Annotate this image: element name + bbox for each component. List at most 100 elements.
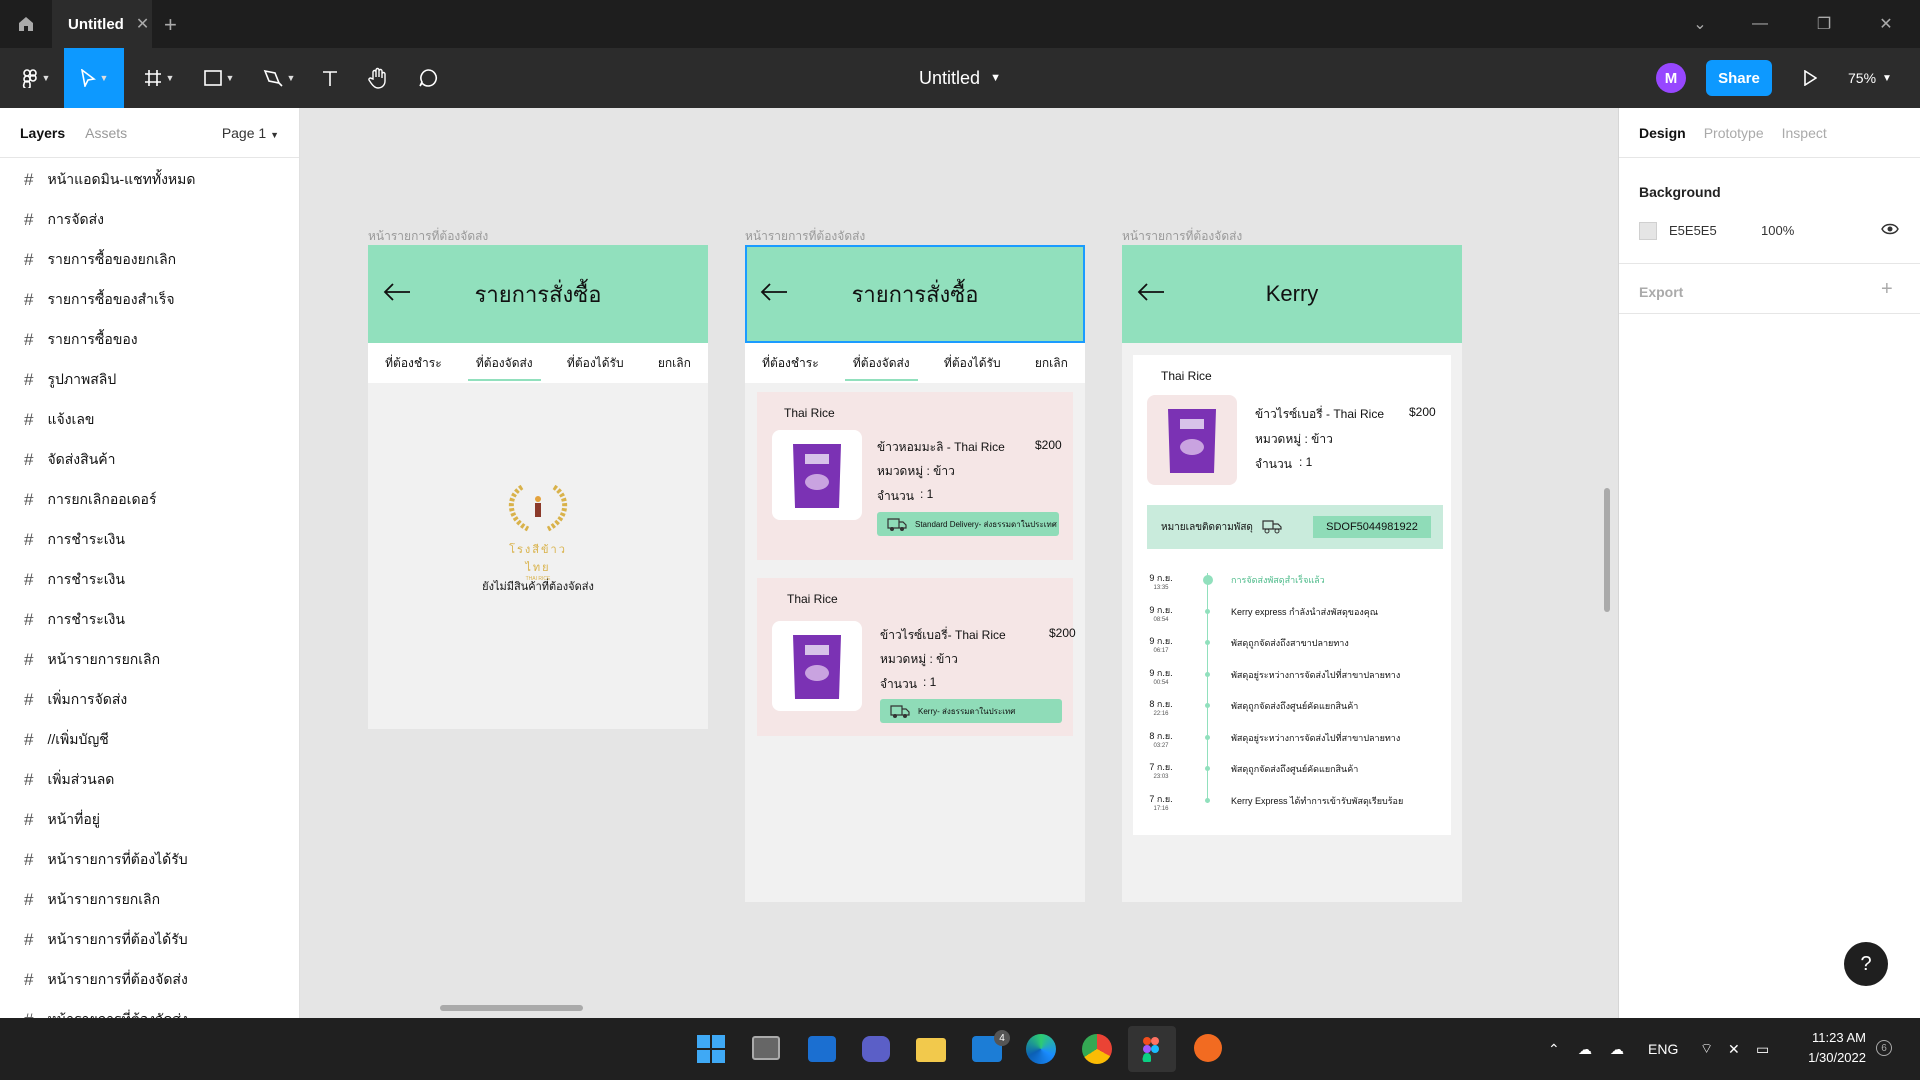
- onedrive-icon[interactable]: ☁: [1578, 1018, 1592, 1080]
- tab-to-pay[interactable]: ที่ต้องชำระ: [377, 343, 450, 383]
- layer-item[interactable]: # เพิ่มส่วนลด: [0, 760, 299, 800]
- tracking-number[interactable]: SDOF5044981922: [1313, 516, 1431, 538]
- document-title[interactable]: Untitled ▼: [0, 48, 1920, 108]
- new-tab-icon[interactable]: +: [164, 12, 177, 38]
- add-export-icon[interactable]: +: [1881, 278, 1893, 301]
- back-arrow-icon[interactable]: [1136, 282, 1166, 302]
- tab-inspect[interactable]: Inspect: [1782, 125, 1827, 141]
- windows-start-icon[interactable]: [696, 1034, 726, 1069]
- tab-cancelled[interactable]: ยกเลิก: [650, 343, 699, 383]
- back-arrow-icon[interactable]: [382, 282, 412, 302]
- layer-item[interactable]: # การชำระเงิน: [0, 560, 299, 600]
- layer-label: การชำระเงิน: [47, 611, 125, 627]
- tab-design[interactable]: Design: [1639, 125, 1686, 141]
- chrome-icon[interactable]: [1082, 1034, 1112, 1064]
- frame-label[interactable]: หน้ารายการที่ต้องจัดส่ง: [368, 227, 488, 246]
- widgets-icon[interactable]: [808, 1036, 836, 1062]
- layer-label: รายการซื้อของ: [47, 331, 138, 347]
- page-selector[interactable]: Page 1 ▼: [222, 125, 279, 141]
- order-card[interactable]: Thai Rice ข้าวไรซ์เบอรี่- Thai Rice $200…: [757, 578, 1076, 736]
- timeline-row: 8 ก.ย. 22:16 พัสดุถูกจัดส่งถึงศูนย์คัดแยกส…: [1133, 699, 1413, 729]
- layer-item[interactable]: # หน้ารายการที่ต้องได้รับ: [0, 920, 299, 960]
- layer-item[interactable]: # เพิ่มการจัดส่ง: [0, 680, 299, 720]
- chevron-up-icon[interactable]: ⌃: [1548, 1018, 1560, 1080]
- volume-muted-icon[interactable]: ✕: [1728, 1018, 1740, 1080]
- frame-empty-to-ship[interactable]: รายการสั่งซื้อ ที่ต้องชำระ ที่ต้องจัดส่ง…: [368, 245, 708, 729]
- rice-bag-icon: [1168, 409, 1216, 473]
- help-button[interactable]: ?: [1844, 942, 1888, 986]
- frame-icon: #: [24, 930, 34, 949]
- notification-count[interactable]: 6: [1876, 1040, 1892, 1056]
- clock-date[interactable]: 1/30/2022: [1790, 1050, 1866, 1065]
- figma-logo-icon: [1142, 1037, 1159, 1064]
- layer-item[interactable]: # หน้าแอดมิน-แชททั้งหมด: [0, 160, 299, 200]
- cloud-sync-icon[interactable]: ☁: [1610, 1018, 1624, 1080]
- tab-to-ship[interactable]: ที่ต้องจัดส่ง: [844, 343, 918, 383]
- order-card[interactable]: Thai Rice ข้าวหอมมะลิ - Thai Rice $200 ห…: [757, 392, 1073, 560]
- minimize-icon[interactable]: —: [1730, 0, 1790, 48]
- layer-label: แจ้งเลข: [47, 411, 95, 427]
- layer-item[interactable]: # หน้ารายการที่ต้องจัดส่ง: [0, 960, 299, 1000]
- layer-item[interactable]: # การชำระเงิน: [0, 600, 299, 640]
- layer-item[interactable]: # รูปภาพสลิป: [0, 360, 299, 400]
- app-icon[interactable]: [1194, 1034, 1222, 1062]
- file-explorer-icon[interactable]: [916, 1038, 946, 1062]
- task-view-icon[interactable]: [752, 1036, 780, 1060]
- layer-item[interactable]: # หน้าที่อยู่: [0, 800, 299, 840]
- layer-item[interactable]: # หน้ารายการยกเลิก: [0, 640, 299, 680]
- wifi-icon[interactable]: ⌔: [1700, 1018, 1713, 1080]
- layer-label: รูปภาพสลิป: [47, 371, 117, 387]
- chevron-down-icon[interactable]: ⌄: [1670, 0, 1730, 48]
- eye-icon[interactable]: [1881, 222, 1899, 241]
- language-indicator[interactable]: ENG: [1648, 1018, 1678, 1080]
- frame-kerry-tracking[interactable]: Kerry Thai Rice ข้าวไรซ์เบอรี่ - Thai Ri…: [1122, 245, 1462, 902]
- tab-prototype[interactable]: Prototype: [1704, 125, 1764, 141]
- tab-to-pay[interactable]: ที่ต้องชำระ: [754, 343, 827, 383]
- layer-item[interactable]: # รายการซื้อของสำเร็จ: [0, 280, 299, 320]
- vertical-scrollbar[interactable]: [1604, 488, 1610, 612]
- restore-icon[interactable]: ❐: [1794, 0, 1854, 48]
- figma-taskbar-button[interactable]: [1128, 1026, 1176, 1072]
- layer-item[interactable]: # หน้ารายการที่ต้องจัดส่ง: [0, 1000, 299, 1018]
- layer-item[interactable]: # แจ้งเลข: [0, 400, 299, 440]
- background-hex[interactable]: E5E5E5: [1669, 223, 1717, 238]
- background-opacity[interactable]: 100%: [1761, 223, 1794, 238]
- avatar[interactable]: M: [1656, 63, 1686, 93]
- battery-icon[interactable]: ▭: [1756, 1018, 1769, 1080]
- layer-item[interactable]: # รายการซื้อของ: [0, 320, 299, 360]
- layer-label: หน้ารายการที่ต้องได้รับ: [47, 931, 188, 947]
- tab-assets[interactable]: Assets: [85, 125, 127, 141]
- edge-icon[interactable]: [1026, 1034, 1056, 1064]
- layer-item[interactable]: # หน้ารายการยกเลิก: [0, 880, 299, 920]
- tab-to-ship[interactable]: ที่ต้องจัดส่ง: [467, 343, 541, 383]
- tab-cancelled[interactable]: ยกเลิก: [1027, 343, 1076, 383]
- layer-item[interactable]: # รายการซื้อของยกเลิก: [0, 240, 299, 280]
- horizontal-scrollbar[interactable]: [440, 1005, 583, 1011]
- frame-to-ship-list[interactable]: รายการสั่งซื้อ ที่ต้องชำระ ที่ต้องจัดส่ง…: [745, 245, 1085, 902]
- file-tab[interactable]: Untitled ✕: [52, 0, 152, 48]
- close-window-icon[interactable]: ✕: [1856, 0, 1916, 48]
- zoom-dropdown[interactable]: 75% ▼: [1848, 48, 1892, 108]
- close-tab-icon[interactable]: ✕: [136, 14, 149, 34]
- layer-label: หน้ารายการยกเลิก: [47, 891, 161, 907]
- frame-label[interactable]: หน้ารายการที่ต้องจัดส่ง: [1122, 227, 1242, 246]
- teams-chat-icon[interactable]: [862, 1036, 890, 1062]
- background-swatch[interactable]: [1639, 222, 1657, 240]
- thai-rice-logo: โรงสีข้าวไทย THAI RICE: [498, 479, 578, 582]
- home-icon[interactable]: [0, 0, 52, 48]
- tab-to-receive[interactable]: ที่ต้องได้รับ: [559, 343, 632, 383]
- frame-label[interactable]: หน้ารายการที่ต้องจัดส่ง: [745, 227, 865, 246]
- present-button[interactable]: [1790, 48, 1830, 108]
- shipping-method: Kerry- ส่งธรรมดาในประเทศ: [918, 706, 1016, 716]
- layer-item[interactable]: # การยกเลิกออเดอร์: [0, 480, 299, 520]
- layer-item[interactable]: # //เพิ่มบัญชี: [0, 720, 299, 760]
- clock-time[interactable]: 11:23 AM: [1790, 1030, 1866, 1045]
- layer-item[interactable]: # จัดส่งสินค้า: [0, 440, 299, 480]
- share-button[interactable]: Share: [1706, 60, 1772, 96]
- rice-bag-icon: [793, 444, 841, 508]
- layer-item[interactable]: # การชำระเงิน: [0, 520, 299, 560]
- layer-item[interactable]: # หน้ารายการที่ต้องได้รับ: [0, 840, 299, 880]
- tab-layers[interactable]: Layers: [20, 125, 65, 141]
- layer-item[interactable]: # การจัดส่ง: [0, 200, 299, 240]
- tab-to-receive[interactable]: ที่ต้องได้รับ: [936, 343, 1009, 383]
